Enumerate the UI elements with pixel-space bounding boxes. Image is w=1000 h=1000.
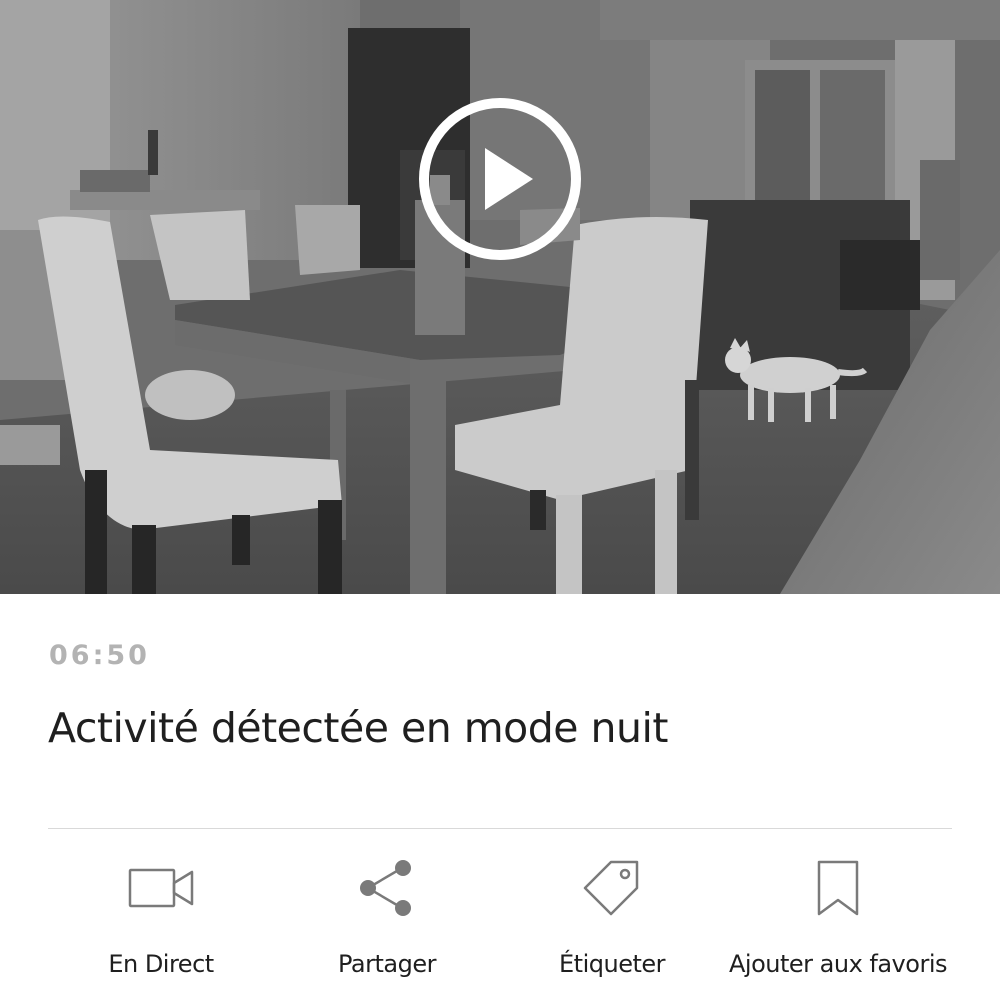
favorite-button[interactable]: Ajouter aux favoris — [726, 840, 950, 1000]
share-icon — [352, 858, 422, 918]
event-title: Activité détectée en mode nuit — [48, 704, 668, 752]
share-label: Partager — [338, 950, 436, 978]
play-icon — [419, 98, 581, 260]
video-camera-icon — [126, 858, 196, 918]
tag-button[interactable]: Étiqueter — [512, 840, 712, 1000]
live-label: En Direct — [108, 950, 214, 978]
play-button[interactable] — [417, 96, 583, 262]
action-bar: En Direct Partager Étiqueter Ajouter aux… — [0, 840, 1000, 1000]
event-detail-screen: 06:50 Activité détectée en mode nuit En … — [0, 0, 1000, 1000]
tag-label: Étiqueter — [559, 950, 666, 978]
event-time: 06:50 — [49, 640, 150, 671]
share-button[interactable]: Partager — [287, 840, 487, 1000]
camera-snapshot-image — [0, 0, 1000, 594]
divider — [48, 828, 952, 829]
bookmark-icon — [803, 858, 873, 918]
favorite-label: Ajouter aux favoris — [729, 950, 947, 978]
video-thumbnail[interactable] — [0, 0, 1000, 594]
live-button[interactable]: En Direct — [61, 840, 261, 1000]
tag-icon — [577, 858, 647, 918]
